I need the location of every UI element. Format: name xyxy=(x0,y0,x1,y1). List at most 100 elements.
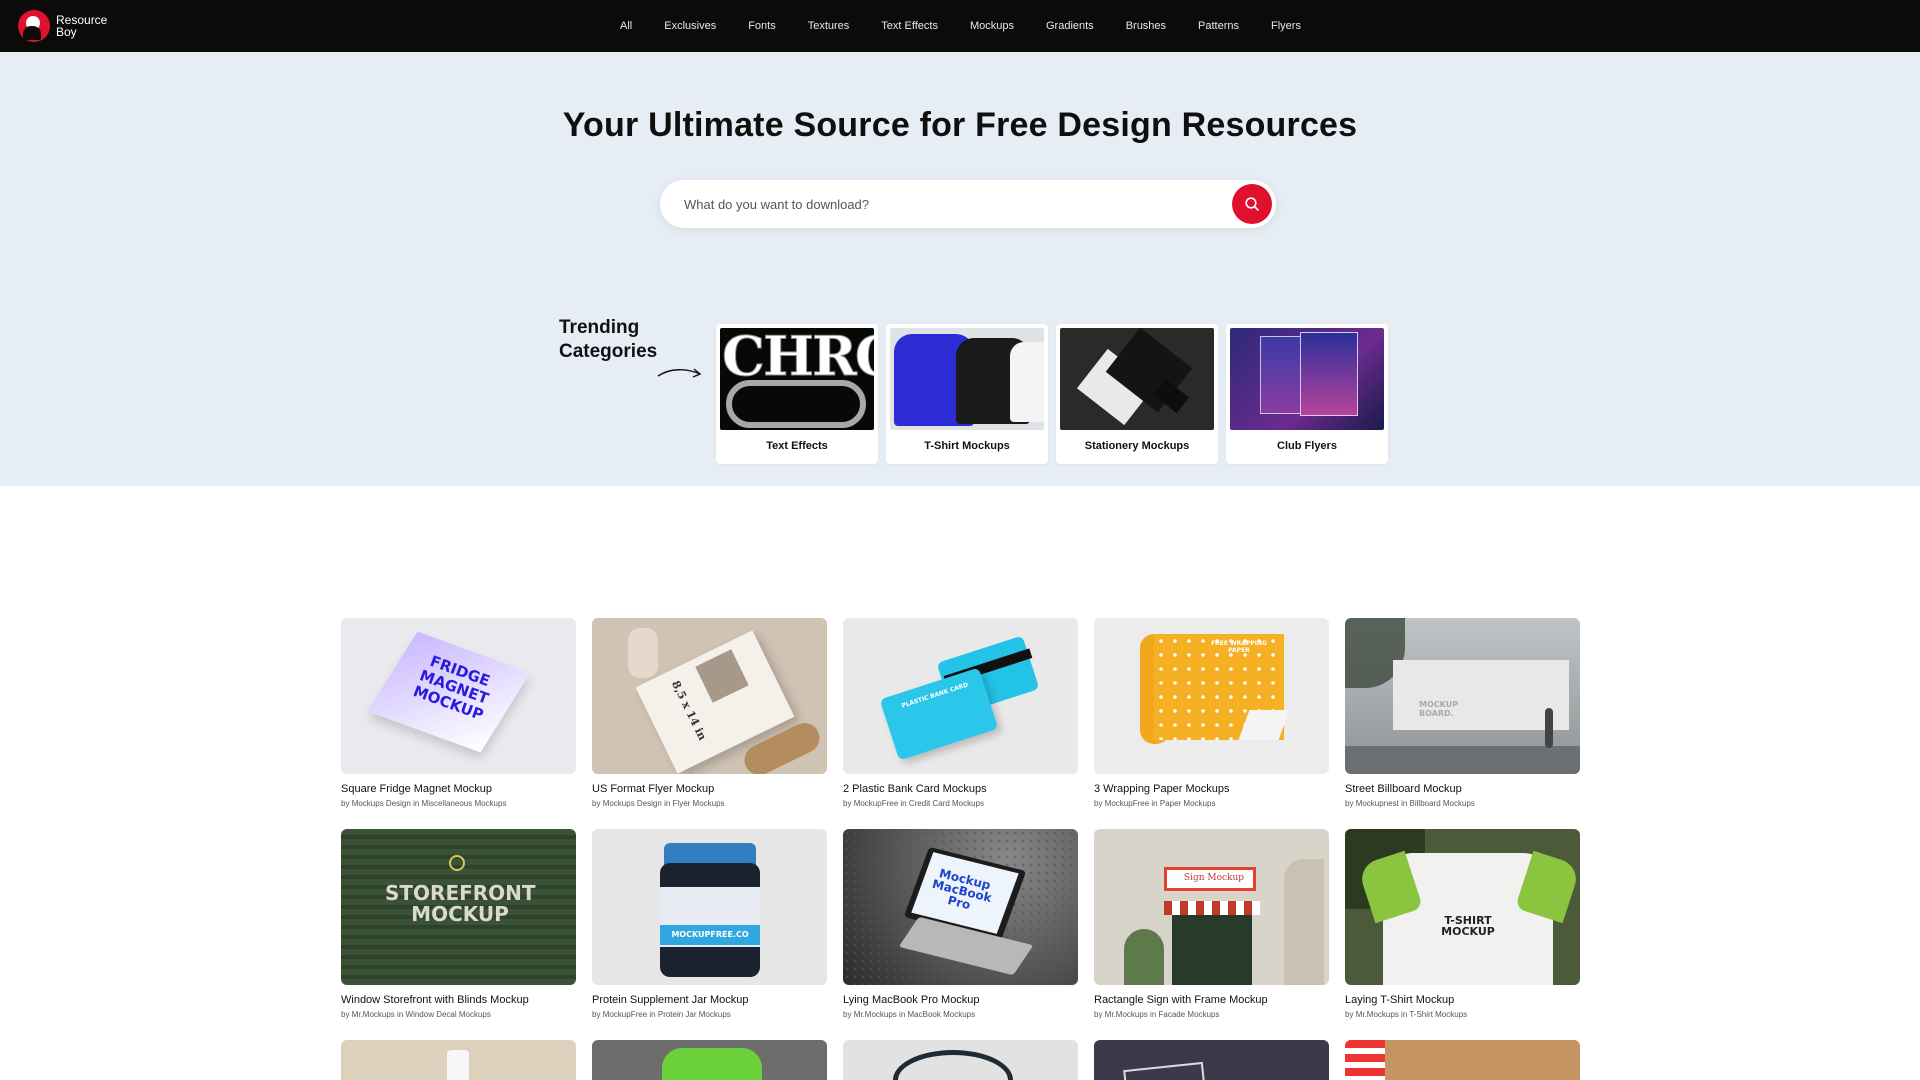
category-card-text-effects[interactable]: CHRO Text Effects xyxy=(716,324,878,464)
resource-card[interactable] xyxy=(1345,1040,1580,1080)
resource-card[interactable]: STOREFRONT MOCKUP Window Storefront with… xyxy=(341,829,576,1040)
category-label: Text Effects xyxy=(766,440,828,452)
author-link[interactable]: MockupFree xyxy=(1105,799,1149,808)
trending-categories: CHRO Text Effects T-Shirt Mockups Statio… xyxy=(716,324,1388,464)
category-link[interactable]: Facade Mockups xyxy=(1159,1010,1220,1019)
resource-title: US Format Flyer Mockup xyxy=(592,783,715,795)
resource-card[interactable]: MOCKUP BOARD. Street Billboard Mockup by… xyxy=(1345,618,1580,829)
author-link[interactable]: Mockupnest xyxy=(1356,799,1399,808)
author-link[interactable]: Mockups Design xyxy=(603,799,662,808)
nav-item-flyers[interactable]: Flyers xyxy=(1255,20,1317,32)
thumbnail-art-text: MOCKUP BOARD. xyxy=(1419,700,1459,718)
resource-thumbnail: Mockup MacBook Pro xyxy=(843,829,1078,985)
nav-item-gradients[interactable]: Gradients xyxy=(1030,20,1110,32)
nav-item-exclusives[interactable]: Exclusives xyxy=(648,20,732,32)
resource-card[interactable] xyxy=(592,1040,827,1080)
resource-card[interactable]: FREE WRAPPING PAPER 3 Wrapping Paper Moc… xyxy=(1094,618,1329,829)
brand-logo[interactable]: Resource Boy xyxy=(18,10,107,42)
resource-thumbnail xyxy=(1345,1040,1580,1080)
resource-title: Protein Supplement Jar Mockup xyxy=(592,994,749,1006)
category-link[interactable]: T-Shirt Mockups xyxy=(1409,1010,1467,1019)
category-thumbnail xyxy=(1060,328,1214,430)
resource-thumbnail: Sign Mockup xyxy=(1094,829,1329,985)
nav-item-mockups[interactable]: Mockups xyxy=(954,20,1030,32)
category-link[interactable]: MacBook Mockups xyxy=(908,1010,976,1019)
search-button[interactable] xyxy=(1232,184,1272,224)
resource-thumbnail: FRIDGE MAGNET MOCKUP xyxy=(341,618,576,774)
author-link[interactable]: Mr.Mockups xyxy=(1356,1010,1399,1019)
category-card-club-flyers[interactable]: Club Flyers xyxy=(1226,324,1388,464)
resource-meta: by Mockups Design in Miscellaneous Mocku… xyxy=(341,799,507,808)
category-link[interactable]: Protein Jar Mockups xyxy=(658,1010,731,1019)
nav-item-textures[interactable]: Textures xyxy=(792,20,866,32)
category-link[interactable]: Window Decal Mockups xyxy=(406,1010,491,1019)
resource-title: 3 Wrapping Paper Mockups xyxy=(1094,783,1230,795)
trending-categories-heading: Trending Categories xyxy=(559,317,658,362)
thumbnail-art-text: MOCKUPFREE.CO xyxy=(671,930,749,939)
category-card-stationery-mockups[interactable]: Stationery Mockups xyxy=(1056,324,1218,464)
author-link[interactable]: MockupFree xyxy=(854,799,898,808)
page-title: Your Ultimate Source for Free Design Res… xyxy=(562,106,1358,144)
thumbnail-art-text: FREE WRAPPING PAPER xyxy=(1211,640,1267,654)
author-link[interactable]: MockupFree xyxy=(603,1010,647,1019)
resource-thumbnail xyxy=(592,1040,827,1080)
author-link[interactable]: Mr.Mockups xyxy=(854,1010,897,1019)
category-link[interactable]: Paper Mockups xyxy=(1160,799,1216,808)
category-link[interactable]: Flyer Mockups xyxy=(673,799,725,808)
resource-thumbnail: MOCKUPFREE.CO xyxy=(592,829,827,985)
resource-meta: by MockupFree in Paper Mockups xyxy=(1094,799,1216,808)
thumbnail-art-text: STOREFRONT MOCKUP xyxy=(385,881,536,926)
resource-meta: by Mr.Mockups in MacBook Mockups xyxy=(843,1010,976,1019)
author-link[interactable]: Mr.Mockups xyxy=(352,1010,395,1019)
hero-section: Your Ultimate Source for Free Design Res… xyxy=(0,52,1920,486)
resource-card[interactable] xyxy=(1094,1040,1329,1080)
resource-card[interactable]: 8,5 x 14 in US Format Flyer Mockup by Mo… xyxy=(592,618,827,829)
resource-meta: by Mr.Mockups in Facade Mockups xyxy=(1094,1010,1220,1019)
resource-thumbnail: T-SHIRT MOCKUP xyxy=(1345,829,1580,985)
resource-card[interactable] xyxy=(341,1040,576,1080)
resource-card[interactable] xyxy=(843,1040,1078,1080)
resource-thumbnail: PLASTIC BANK CARD xyxy=(843,618,1078,774)
resource-title: Laying T-Shirt Mockup xyxy=(1345,994,1455,1006)
resource-thumbnail xyxy=(341,1040,576,1080)
resource-meta: by Mockupnest in Billboard Mockups xyxy=(1345,799,1475,808)
resource-card[interactable]: Sign Mockup Ractangle Sign with Frame Mo… xyxy=(1094,829,1329,1040)
category-art-text: CHRO xyxy=(722,328,874,389)
author-link[interactable]: Mr.Mockups xyxy=(1105,1010,1148,1019)
resource-thumbnail: MOCKUP BOARD. xyxy=(1345,618,1580,774)
nav-item-all[interactable]: All xyxy=(604,20,648,32)
resource-grid: FRIDGE MAGNET MOCKUP Square Fridge Magne… xyxy=(341,618,1581,1080)
resource-meta: by Mockups Design in Flyer Mockups xyxy=(592,799,725,808)
category-link[interactable]: Billboard Mockups xyxy=(1410,799,1475,808)
thumbnail-art-text: T-SHIRT MOCKUP xyxy=(1441,914,1495,938)
category-thumbnail xyxy=(890,328,1044,430)
resource-thumbnail: 8,5 x 14 in xyxy=(592,618,827,774)
category-link[interactable]: Credit Card Mockups xyxy=(909,799,984,808)
thumbnail-art-text: Sign Mockup xyxy=(1183,873,1245,883)
nav-item-fonts[interactable]: Fonts xyxy=(732,20,792,32)
resource-card[interactable]: Mockup MacBook Pro Lying MacBook Pro Moc… xyxy=(843,829,1078,1040)
resource-card[interactable]: MOCKUPFREE.CO Protein Supplement Jar Moc… xyxy=(592,829,827,1040)
resource-title: Square Fridge Magnet Mockup xyxy=(341,783,493,795)
category-card-tshirt-mockups[interactable]: T-Shirt Mockups xyxy=(886,324,1048,464)
brand-name-line2: Boy xyxy=(56,25,77,39)
nav-item-brushes[interactable]: Brushes xyxy=(1110,20,1182,32)
resource-card[interactable]: PLASTIC BANK CARD 2 Plastic Bank Card Mo… xyxy=(843,618,1078,829)
resource-card[interactable]: FRIDGE MAGNET MOCKUP Square Fridge Magne… xyxy=(341,618,576,829)
resource-title: 2 Plastic Bank Card Mockups xyxy=(843,783,987,795)
resource-title: Lying MacBook Pro Mockup xyxy=(843,994,980,1006)
resource-meta: by MockupFree in Protein Jar Mockups xyxy=(592,1010,731,1019)
resource-title: Window Storefront with Blinds Mockup xyxy=(341,994,529,1006)
resource-meta: by Mr.Mockups in Window Decal Mockups xyxy=(341,1010,491,1019)
search-input[interactable] xyxy=(684,192,1204,216)
resource-meta: by MockupFree in Credit Card Mockups xyxy=(843,799,984,808)
logo-icon xyxy=(18,10,50,42)
nav-item-text-effects[interactable]: Text Effects xyxy=(865,20,954,32)
category-thumbnail xyxy=(1230,328,1384,430)
arrow-right-icon xyxy=(657,368,702,378)
search-bar xyxy=(660,180,1276,228)
author-link[interactable]: Mockups Design xyxy=(352,799,411,808)
resource-card[interactable]: T-SHIRT MOCKUP Laying T-Shirt Mockup by … xyxy=(1345,829,1580,1040)
nav-item-patterns[interactable]: Patterns xyxy=(1182,20,1255,32)
category-link[interactable]: Miscellaneous Mockups xyxy=(422,799,507,808)
